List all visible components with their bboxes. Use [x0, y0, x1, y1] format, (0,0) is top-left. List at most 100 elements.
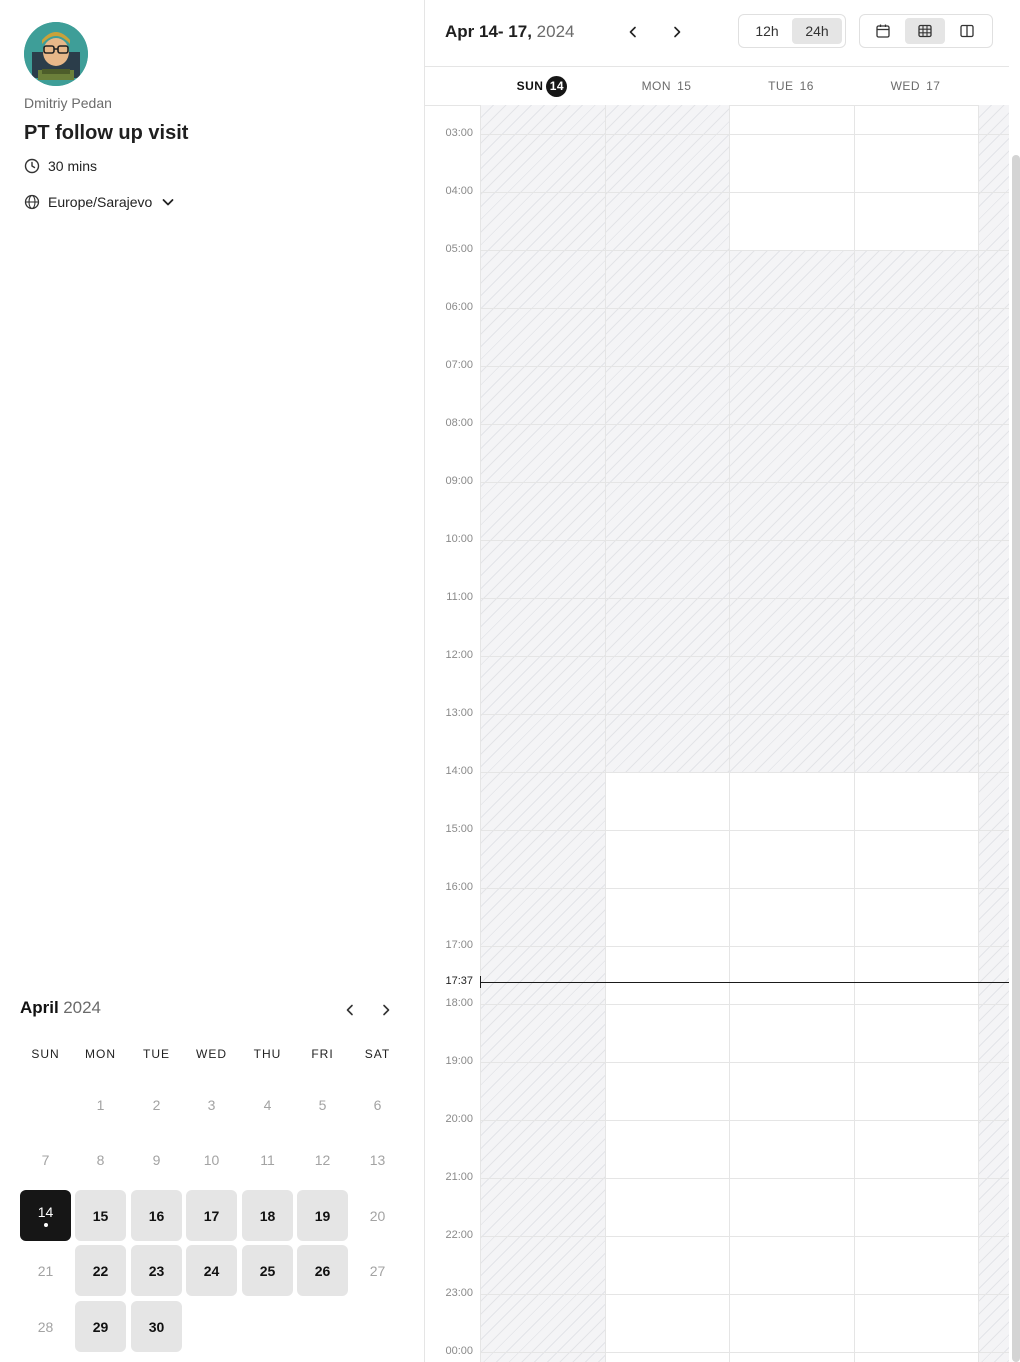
- calendar-day[interactable]: 18: [242, 1190, 293, 1241]
- calendar-day-selected[interactable]: 14: [20, 1190, 71, 1241]
- hour-gridline: [480, 946, 1009, 947]
- calendar-day: 9: [131, 1134, 182, 1185]
- format-24h-button[interactable]: 24h: [792, 18, 842, 44]
- unavailable-slot: [480, 105, 605, 1362]
- grid-icon: [918, 24, 932, 38]
- duration-label: 30 mins: [48, 158, 98, 174]
- chevron-down-icon: [162, 199, 174, 206]
- hour-label: 00:00: [445, 1345, 473, 1357]
- hour-gridline: [480, 1178, 1009, 1179]
- day-header-mon: MON 15: [605, 67, 729, 105]
- month-view-button[interactable]: [863, 18, 903, 44]
- hour-label: 19:00: [445, 1055, 473, 1067]
- prev-month-button[interactable]: [338, 998, 362, 1022]
- calendar-day: 27: [352, 1245, 403, 1296]
- current-time-label: 17:37: [445, 974, 473, 987]
- calendar-day[interactable]: 22: [75, 1245, 126, 1296]
- hour-gridline: [480, 830, 1009, 831]
- hour-label: 18:00: [445, 997, 473, 1009]
- calendar-day[interactable]: 15: [75, 1190, 126, 1241]
- prev-week-button[interactable]: [621, 20, 645, 44]
- hour-label: 04:00: [445, 185, 473, 197]
- calendar-day[interactable]: 16: [131, 1190, 182, 1241]
- developer-avatar-icon: [24, 22, 88, 86]
- hour-gridline: [480, 888, 1009, 889]
- hour-label: 12:00: [445, 649, 473, 661]
- calendar-day[interactable]: 24: [186, 1245, 237, 1296]
- day-number: 1: [96, 1096, 105, 1113]
- day-number: 4: [263, 1096, 272, 1113]
- day-number: 27: [369, 1262, 386, 1279]
- vertical-scrollbar[interactable]: [1012, 155, 1020, 1362]
- format-12h-button[interactable]: 12h: [742, 18, 792, 44]
- day-column-divider: [978, 105, 979, 1362]
- day-column-divider: [480, 105, 481, 1362]
- time-format-toggle: 12h 24h: [738, 14, 846, 48]
- day-number: 11: [260, 1151, 275, 1168]
- day-number: 10: [203, 1151, 220, 1168]
- calendar-day[interactable]: 17: [186, 1190, 237, 1241]
- globe-icon: [24, 194, 40, 210]
- date-range-year: 2024: [536, 22, 575, 41]
- day-column-divider: [729, 105, 730, 1362]
- unavailable-slot: [853, 250, 978, 772]
- calendar-day[interactable]: 26: [297, 1245, 348, 1296]
- column-view-button[interactable]: [947, 18, 987, 44]
- hour-gridline: [480, 598, 1009, 599]
- unavailable-slot: [978, 105, 1009, 1362]
- hour-gridline: [480, 482, 1009, 483]
- calendar-day[interactable]: 30: [131, 1301, 182, 1352]
- date-range-title: Apr 14- 17, 2024: [445, 22, 575, 42]
- calendar-day: 28: [20, 1301, 71, 1352]
- hour-gridline: [480, 424, 1009, 425]
- day-number: 24: [203, 1262, 220, 1279]
- hour-label: 22:00: [445, 1229, 473, 1241]
- day-number: 22: [92, 1262, 109, 1279]
- day-header-date: 17: [926, 79, 941, 93]
- hour-gridline: [480, 656, 1009, 657]
- chevron-left-icon: [629, 26, 636, 38]
- today-date-badge: 14: [546, 75, 568, 97]
- calendar-day: 7: [20, 1134, 71, 1185]
- date-range-label: Apr 14- 17,: [445, 22, 532, 41]
- day-number: 17: [203, 1207, 220, 1224]
- unavailable-slot: [729, 250, 854, 772]
- chevron-right-icon: [674, 26, 681, 38]
- day-header-wed: WED 17: [854, 67, 978, 105]
- calendar-day[interactable]: 29: [75, 1301, 126, 1352]
- hour-gridline: [480, 1294, 1009, 1295]
- host-name: Dmitriy Pedan: [24, 95, 112, 111]
- day-number: 7: [41, 1151, 50, 1168]
- calendar-day: 8: [75, 1134, 126, 1185]
- next-week-button[interactable]: [665, 20, 689, 44]
- current-time-marker: [480, 975, 481, 988]
- day-number: 16: [148, 1207, 165, 1224]
- next-month-button[interactable]: [374, 998, 398, 1022]
- clock-icon: [24, 158, 40, 174]
- calendar-day[interactable]: 19: [297, 1190, 348, 1241]
- calendar-day[interactable]: 23: [131, 1245, 182, 1296]
- calendar-day: 1: [75, 1079, 126, 1130]
- view-mode-toggle: [859, 14, 993, 48]
- hour-label: 05:00: [445, 243, 473, 255]
- chevron-right-icon: [383, 1004, 390, 1016]
- day-number: 13: [369, 1151, 386, 1168]
- timezone-select[interactable]: Europe/Sarajevo: [24, 194, 184, 210]
- calendar-day[interactable]: 25: [242, 1245, 293, 1296]
- hour-label: 16:00: [445, 881, 473, 893]
- day-number: 5: [318, 1096, 327, 1113]
- day-header-weekday: WED: [890, 79, 921, 93]
- week-view-button[interactable]: [905, 18, 945, 44]
- day-number: 28: [37, 1318, 54, 1335]
- week-day-headers: SUN 14 MON 15 TUE 16 WED 17: [425, 66, 1009, 106]
- hour-label: 09:00: [445, 475, 473, 487]
- day-number: 30: [148, 1318, 165, 1335]
- hour-gridline: [480, 134, 1009, 135]
- weekday-label: THU: [253, 1047, 282, 1061]
- hour-gridline: [480, 772, 1009, 773]
- hour-label: 17:00: [445, 939, 473, 951]
- hour-label: 06:00: [445, 301, 473, 313]
- day-number: 29: [92, 1318, 109, 1335]
- hour-gridline: [480, 1120, 1009, 1121]
- chevron-left-icon: [346, 1004, 353, 1016]
